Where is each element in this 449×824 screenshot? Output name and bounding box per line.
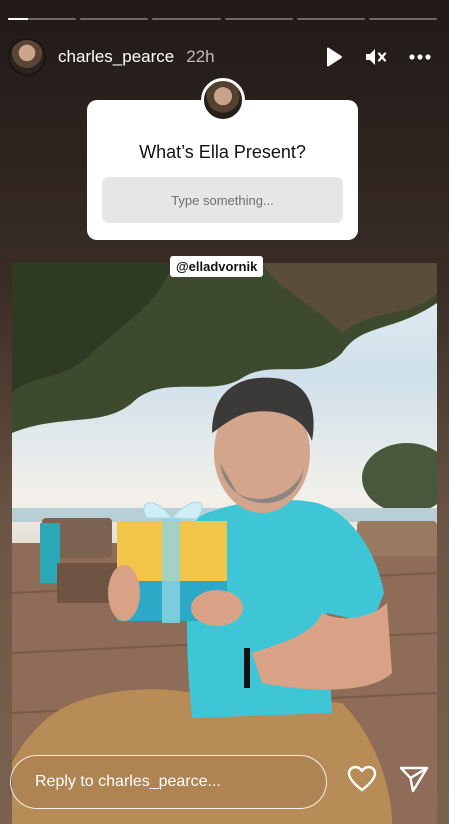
question-sticker[interactable]: What’s Ella Present? Type something... [87,78,358,240]
story-progress [8,18,438,20]
sticker-question: What’s Ella Present? [139,142,306,162]
progress-segment [152,18,221,20]
header-actions [325,47,431,67]
mention-tag[interactable]: @elladvornik [170,256,264,277]
send-icon[interactable] [399,765,429,798]
sticker-avatar [201,78,245,122]
reply-input[interactable]: Reply to charles_pearce... [10,755,327,809]
story-photo [12,263,437,824]
progress-segment [368,18,438,20]
play-icon[interactable] [325,47,343,67]
progress-segment-active [8,18,77,20]
avatar[interactable] [8,38,46,76]
reply-actions [347,765,429,798]
timestamp: 22h [186,47,215,66]
progress-segment [80,18,149,20]
story-viewer: charles_pearce 22h What’s Ella Present? … [0,0,449,824]
story-header: charles_pearce 22h [8,36,431,78]
progress-segment [224,18,293,20]
heart-icon[interactable] [347,765,377,798]
mute-icon[interactable] [365,47,387,67]
username[interactable]: charles_pearce [58,47,174,67]
progress-segment [296,18,365,20]
photo-illustration [12,263,437,824]
sticker-answer-input[interactable]: Type something... [102,177,343,223]
more-icon[interactable] [409,54,431,60]
